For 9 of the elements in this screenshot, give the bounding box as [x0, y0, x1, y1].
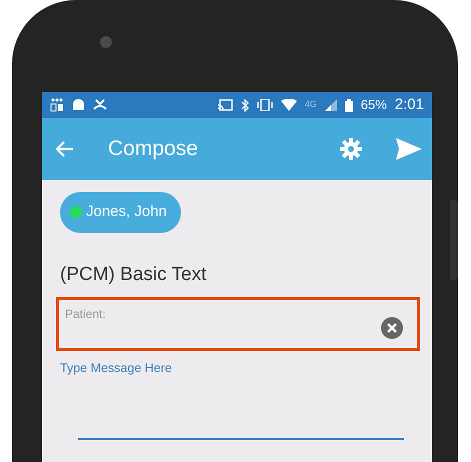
field-label: Patient:: [65, 306, 106, 323]
battery-percent: 65%: [360, 96, 387, 114]
clock-time: 2:01: [394, 94, 424, 115]
template-title: (PCM) Basic Text: [60, 262, 208, 286]
network-type: 4G: [304, 98, 317, 112]
recipient-chip[interactable]: Jones, John: [60, 192, 181, 232]
screen-title: Compose: [108, 136, 199, 162]
patient-field[interactable]: Patient:: [56, 297, 420, 351]
message-field[interactable]: Type Message Here: [60, 359, 416, 378]
